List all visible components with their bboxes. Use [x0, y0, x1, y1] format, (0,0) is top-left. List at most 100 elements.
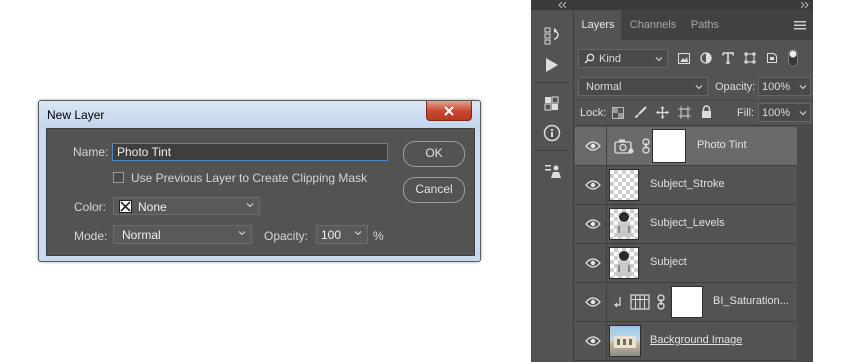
lock-artboard-icon[interactable]	[678, 106, 691, 119]
photoshop-panels: Layers Channels Paths Kind Normal Opacit…	[531, 0, 813, 362]
chevron-down-icon	[799, 111, 807, 116]
tab-layers[interactable]: Layers	[575, 10, 621, 40]
layer-name: Photo Tint	[697, 139, 747, 151]
cancel-button[interactable]: Cancel	[403, 177, 465, 203]
close-button[interactable]	[426, 101, 472, 121]
layer-opacity-label: Opacity:	[715, 81, 756, 93]
building-image-icon	[614, 336, 636, 348]
layer-name: Subject_Stroke	[650, 178, 725, 190]
blend-mode-value: Normal	[586, 81, 622, 93]
mode-value: Normal	[122, 228, 161, 242]
layer-name: Background Image	[650, 334, 743, 346]
eye-icon[interactable]	[585, 218, 601, 230]
tab-channels[interactable]: Channels	[622, 10, 684, 40]
camera-adjustment-icon	[614, 139, 634, 154]
clipping-mask-checkbox[interactable]	[113, 172, 124, 183]
layer-row-background-image[interactable]: Background Image	[575, 322, 797, 361]
eye-icon[interactable]	[585, 179, 601, 191]
collapse-right-icon[interactable]	[801, 2, 809, 8]
layers-panel: Layers Channels Paths Kind Normal Opacit…	[575, 10, 813, 362]
name-input[interactable]: Photo Tint	[112, 143, 388, 161]
properties-tool[interactable]	[541, 160, 563, 182]
layer-opacity-value: 100%	[762, 81, 791, 93]
collapse-left-icon[interactable]	[558, 2, 566, 8]
lock-label: Lock:	[580, 107, 607, 119]
layer-opacity-input[interactable]: 100%	[758, 77, 811, 96]
clipping-arrow-icon	[614, 297, 621, 308]
dialog-title-bar[interactable]: New Layer	[39, 101, 480, 128]
layer-row-subject-levels[interactable]: Subject_Levels	[575, 205, 797, 244]
properties-icon	[545, 165, 561, 178]
info-tool[interactable]	[541, 122, 563, 144]
filter-kind-value: Kind	[599, 53, 622, 65]
play-icon	[546, 58, 558, 72]
tab-paths[interactable]: Paths	[685, 10, 725, 40]
color-value: None	[138, 200, 167, 214]
search-icon	[584, 53, 595, 64]
layer-row-bi-saturation[interactable]: BI_Saturation...	[575, 283, 797, 322]
chain-link-icon[interactable]	[642, 138, 650, 154]
chevron-down-icon[interactable]	[354, 229, 362, 237]
layer-mask-thumbnail[interactable]	[652, 129, 686, 163]
eye-icon[interactable]	[585, 257, 601, 269]
lock-position-icon[interactable]	[656, 106, 669, 119]
chevron-down-icon	[799, 85, 807, 90]
opacity-label: Opacity:	[264, 229, 309, 243]
layer-row-photo-tint[interactable]: Photo Tint	[575, 127, 797, 166]
clipping-mask-label: Use Previous Layer to Create Clipping Ma…	[131, 171, 368, 185]
layer-mask-thumbnail[interactable]	[671, 286, 703, 318]
blend-mode-select[interactable]: Normal	[578, 77, 708, 96]
filter-kind-select[interactable]: Kind	[578, 49, 668, 68]
mode-select[interactable]: Normal	[113, 225, 252, 244]
chain-link-icon[interactable]	[657, 294, 665, 310]
ok-button[interactable]: OK	[403, 141, 465, 167]
layer-name: BI_Saturation...	[713, 295, 789, 307]
lock-pixels-icon[interactable]	[634, 106, 647, 119]
eye-icon[interactable]	[585, 140, 601, 152]
smart-object-filter-icon[interactable]	[766, 52, 778, 64]
no-color-icon	[119, 200, 132, 213]
lock-all-icon[interactable]	[701, 105, 712, 119]
panel-top-strip	[531, 0, 813, 10]
name-label: Name:	[73, 145, 109, 159]
3d-tool[interactable]	[541, 92, 563, 114]
history-tool[interactable]	[541, 25, 563, 47]
fill-input[interactable]: 100%	[758, 103, 811, 122]
layer-name: Subject	[650, 256, 687, 268]
panel-menu-icon[interactable]	[794, 21, 806, 30]
eye-icon[interactable]	[585, 335, 601, 347]
layer-row-subject-stroke[interactable]: Subject_Stroke	[575, 166, 797, 205]
adjustment-filter-icon[interactable]	[700, 52, 712, 64]
layers-scrollbar[interactable]	[797, 127, 813, 362]
chevron-down-icon	[695, 85, 703, 90]
layer-thumbnail[interactable]	[609, 208, 639, 240]
subject-person-icon	[616, 251, 632, 276]
subject-person-icon	[616, 212, 632, 237]
close-icon	[444, 105, 454, 116]
shape-filter-icon[interactable]	[744, 52, 756, 64]
dialog-body: Name: Photo Tint Use Previous Layer to C…	[46, 128, 475, 256]
type-filter-icon[interactable]	[722, 52, 734, 64]
fill-value: 100%	[762, 107, 791, 119]
actions-tool[interactable]	[541, 54, 563, 76]
chevron-down-icon	[246, 203, 254, 208]
panel-tabs: Layers Channels Paths	[575, 10, 813, 40]
opacity-unit: %	[373, 229, 384, 243]
layer-thumbnail[interactable]	[609, 247, 639, 279]
chevron-down-icon	[238, 231, 246, 236]
side-toolbar	[531, 10, 574, 362]
filter-toggle-icon[interactable]	[788, 49, 798, 67]
layer-row-subject[interactable]: Subject	[575, 244, 797, 283]
hue-saturation-icon	[630, 294, 650, 310]
opacity-input[interactable]: 100	[316, 225, 368, 244]
layer-name: Subject_Levels	[650, 217, 725, 229]
background-thumbnail[interactable]	[609, 325, 641, 357]
color-label: Color:	[74, 200, 107, 214]
eye-icon[interactable]	[585, 296, 601, 308]
lock-transparent-icon[interactable]	[612, 107, 624, 119]
image-filter-icon[interactable]	[678, 53, 690, 64]
cube-icon	[544, 96, 559, 111]
color-select[interactable]: None	[113, 197, 260, 215]
info-icon	[543, 124, 561, 142]
layer-thumbnail[interactable]	[609, 169, 639, 201]
